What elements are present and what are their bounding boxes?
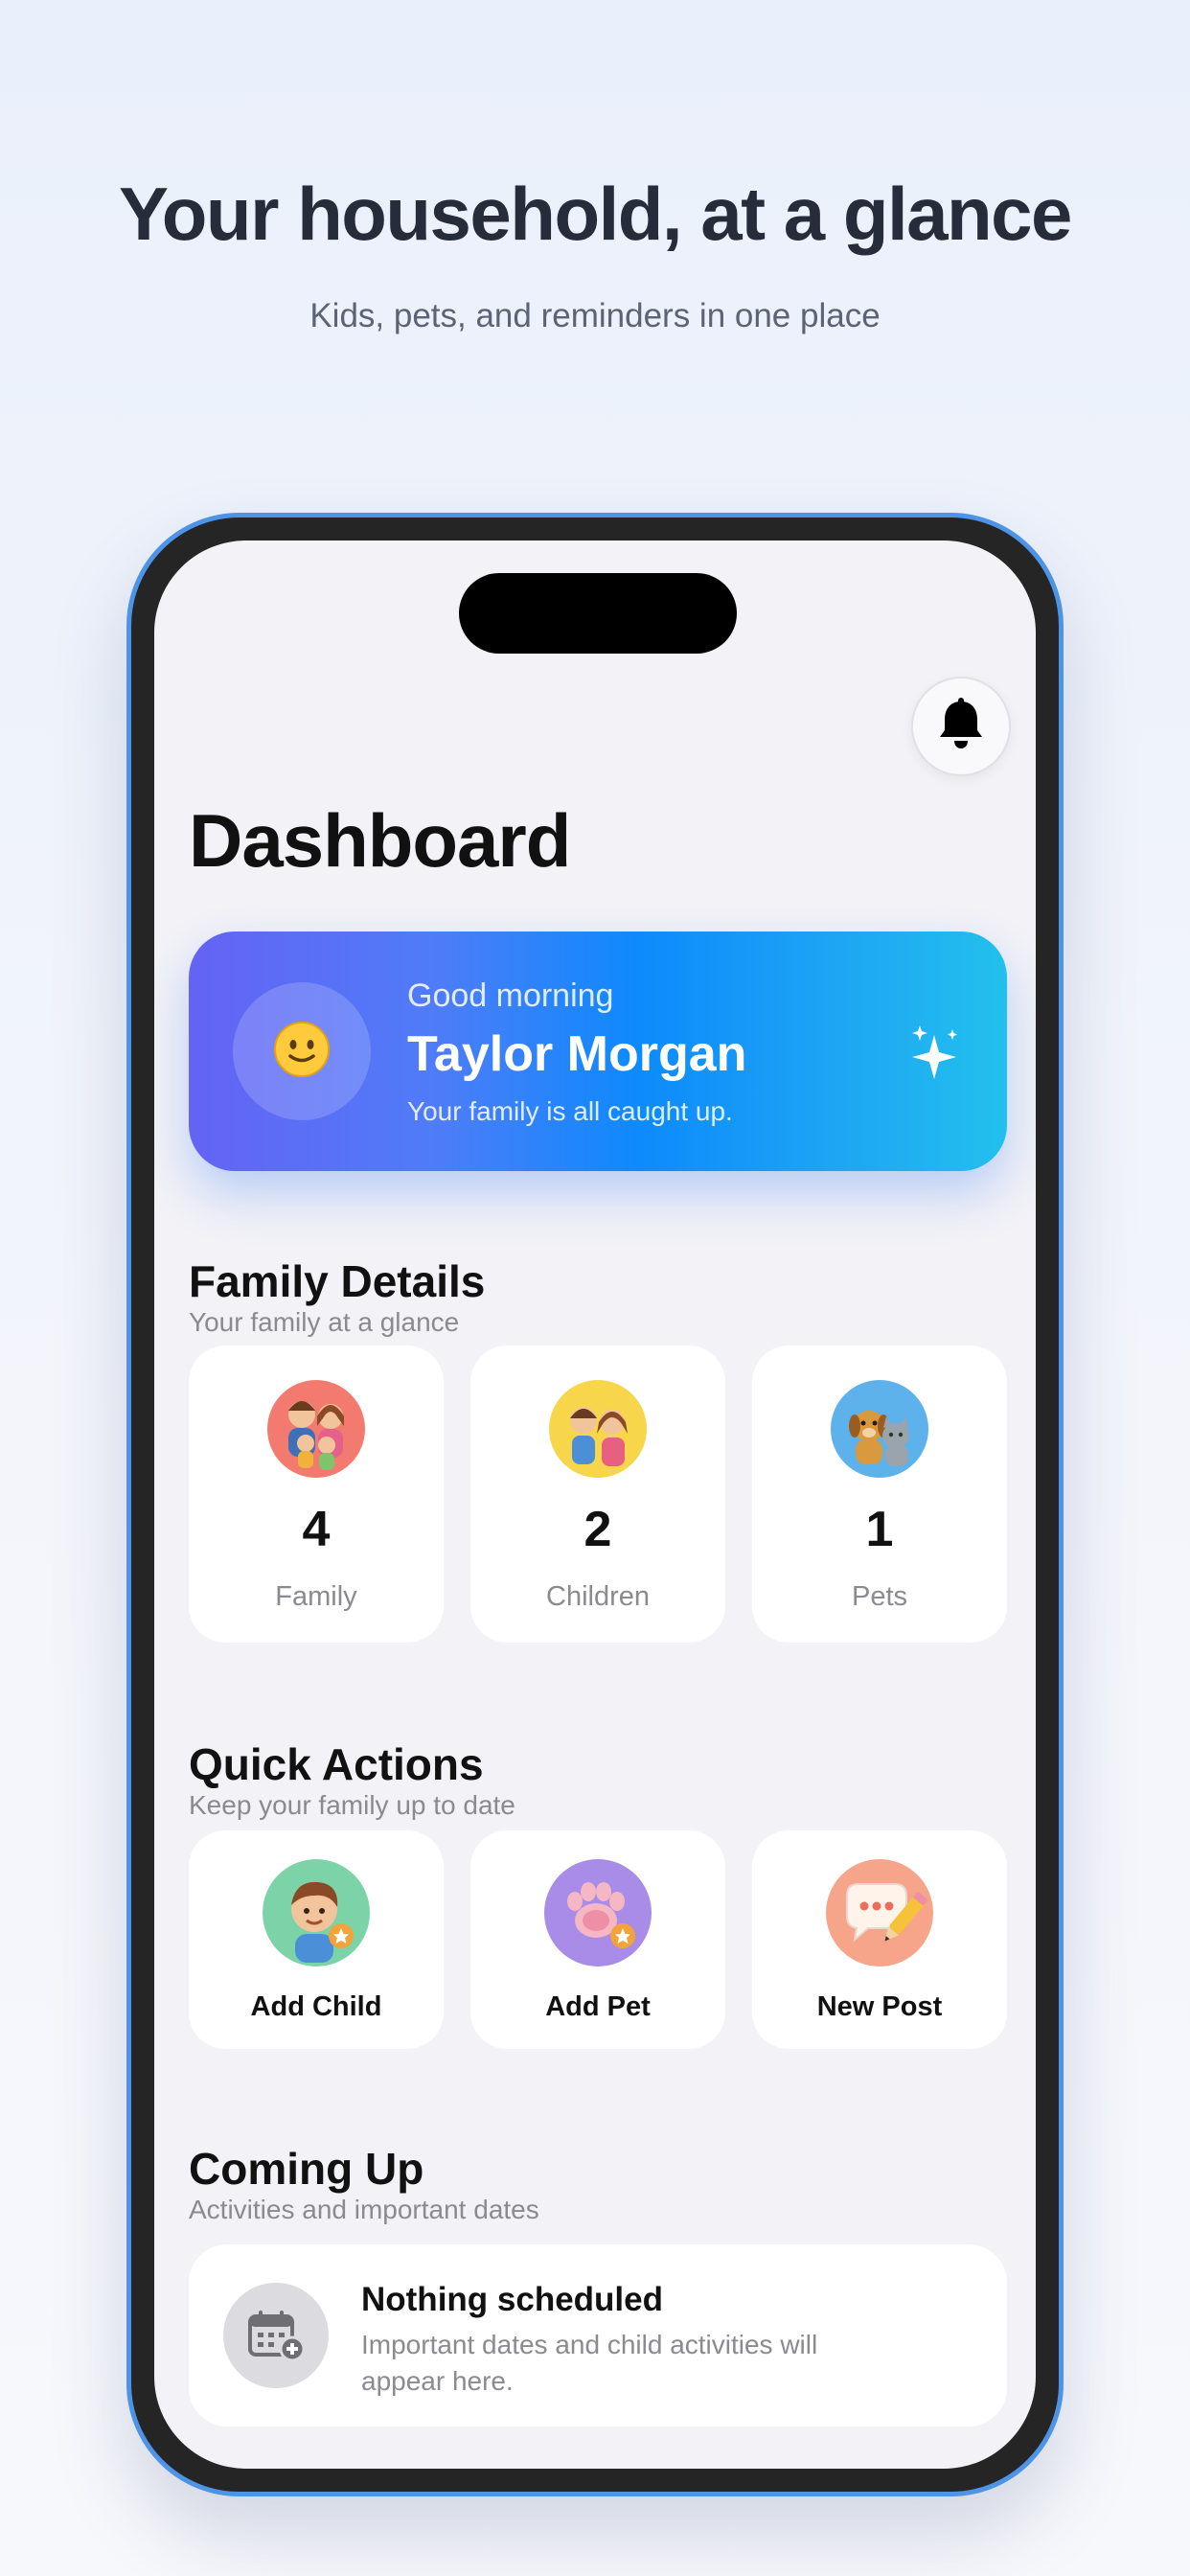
coming-up-title: Coming Up <box>189 2144 424 2194</box>
user-name: Taylor Morgan <box>407 1026 747 1082</box>
sparkles-icon <box>909 1024 963 1086</box>
add-child-button[interactable]: Add Child <box>189 1830 444 2049</box>
pets-count: 1 <box>865 1502 894 1557</box>
family-details-title: Family Details <box>189 1256 486 1306</box>
hero-title: Your household, at a glance <box>119 172 1072 256</box>
family-stat-card[interactable]: 4 Family <box>189 1346 444 1643</box>
avatar[interactable] <box>233 982 371 1120</box>
family-status-text: Your family is all caught up. <box>407 1096 733 1126</box>
family-label: Family <box>275 1581 357 1612</box>
add-pet-icon <box>544 1859 652 1966</box>
new-post-label: New Post <box>816 1991 943 2022</box>
phone-frame: Dashboard Good morning Taylor Morgan You… <box>126 513 1064 2496</box>
app-screen: Dashboard Good morning Taylor Morgan You… <box>154 540 1036 2469</box>
bell-icon <box>936 697 986 756</box>
family-icon <box>267 1380 365 1478</box>
pets-label: Pets <box>851 1581 908 1612</box>
add-child-icon <box>263 1859 370 1966</box>
children-label: Children <box>546 1581 650 1612</box>
notifications-button[interactable] <box>911 677 1011 776</box>
family-count: 4 <box>302 1502 331 1557</box>
family-details-subtitle: Your family at a glance <box>189 1307 460 1337</box>
greeting-card: Good morning Taylor Morgan Your family i… <box>189 932 1007 1171</box>
pets-stat-card[interactable]: 1 Pets <box>752 1346 1007 1643</box>
empty-schedule-card: Nothing scheduled Important dates and ch… <box>189 2244 1007 2426</box>
quick-actions-title: Quick Actions <box>189 1739 484 1789</box>
add-child-label: Add Child <box>250 1991 382 2022</box>
add-pet-label: Add Pet <box>545 1991 651 2022</box>
new-post-icon <box>826 1859 933 1966</box>
greeting-text: Good morning <box>407 978 614 1014</box>
quick-actions-subtitle: Keep your family up to date <box>189 1790 515 1820</box>
dynamic-island <box>459 573 737 654</box>
pets-icon <box>831 1380 928 1478</box>
calendar-add-icon <box>223 2283 329 2388</box>
hero-subtitle: Kids, pets, and reminders in one place <box>309 297 881 334</box>
add-pet-button[interactable]: Add Pet <box>470 1830 725 2049</box>
children-stat-card[interactable]: 2 Children <box>470 1346 725 1643</box>
smiley-face-icon <box>272 1020 332 1084</box>
new-post-button[interactable]: New Post <box>752 1830 1007 2049</box>
children-count: 2 <box>584 1502 612 1557</box>
page-title: Dashboard <box>189 798 571 883</box>
empty-state-description: Important dates and child activities wil… <box>361 2330 818 2396</box>
coming-up-subtitle: Activities and important dates <box>189 2195 539 2224</box>
empty-state-title: Nothing scheduled <box>361 2281 663 2318</box>
children-icon <box>549 1380 647 1478</box>
